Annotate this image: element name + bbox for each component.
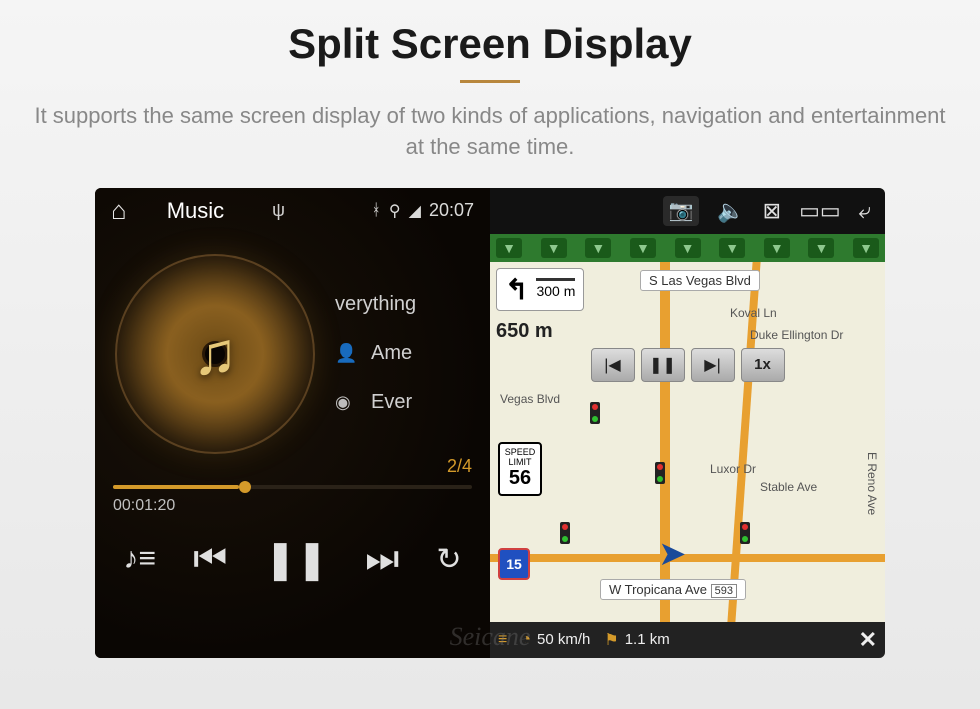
vehicle-cursor-icon: ➤ xyxy=(658,534,687,574)
traffic-light-icon xyxy=(655,462,665,484)
artist-row: 👤 Ame xyxy=(335,342,416,365)
disc-area: ♫ verything 👤 Ame ◉ Ever xyxy=(95,234,490,464)
status-bar: ᚼ ⚲ ◢ 20:07 xyxy=(371,200,474,221)
road-horizontal xyxy=(490,554,885,562)
home-icon[interactable]: ⌂ xyxy=(111,195,127,226)
traffic-light-icon xyxy=(590,402,600,424)
album-row: ◉ Ever xyxy=(335,391,416,414)
clock: 20:07 xyxy=(429,200,474,221)
nav-playback-controls: |◀ ❚❚ ▶| 1x xyxy=(591,348,785,382)
bluetooth-icon: ᚼ xyxy=(371,202,381,220)
prev-button[interactable]: ⏮ xyxy=(193,538,227,581)
track-title-row: verything xyxy=(335,293,416,316)
close-icon[interactable]: ✕ xyxy=(859,627,877,653)
download-arrow-icon[interactable]: ▼ xyxy=(675,238,701,258)
street-label: Koval Ln xyxy=(730,306,777,320)
menu-icon[interactable]: ≡ xyxy=(498,631,507,649)
title-underline xyxy=(460,80,520,83)
speed-limit-label: SPEED LIMIT xyxy=(500,447,540,467)
windows-icon[interactable]: ▭▭ xyxy=(799,198,841,224)
disc-icon: ◉ xyxy=(335,392,357,413)
map-canvas[interactable]: ↰ 300 m 650 m S Las Vegas Blvd Koval Ln … xyxy=(490,262,885,622)
nav-bottom-bar: ≡ ◔ 50 km/h ⚑ 1.1 km ✕ xyxy=(490,622,885,658)
progress-handle[interactable] xyxy=(239,481,251,493)
playback-controls: ♪≡ ⏮ ❚❚ ⏭ ↻ xyxy=(95,519,490,582)
playlist-icon[interactable]: ♪≡ xyxy=(124,542,157,576)
remaining-distance: ⚑ 1.1 km xyxy=(604,630,669,650)
progress-fill xyxy=(113,485,239,489)
download-arrow-icon[interactable]: ▼ xyxy=(764,238,790,258)
track-meta: verything 👤 Ame ◉ Ever xyxy=(335,293,416,414)
interstate-shield: 15 xyxy=(498,548,530,580)
location-icon: ⚲ xyxy=(389,201,401,221)
back-icon[interactable]: ⤶ xyxy=(859,198,871,224)
person-icon: 👤 xyxy=(335,343,357,364)
track-title: verything xyxy=(335,293,416,316)
nav-speed-button[interactable]: 1x xyxy=(741,348,785,382)
repeat-icon[interactable]: ↻ xyxy=(436,542,461,577)
device-screenshot: ⌂ Music ψ ᚼ ⚲ ◢ 20:07 ♫ verything 👤 Ame xyxy=(95,188,885,658)
street-label: Vegas Blvd xyxy=(500,392,560,406)
music-note-icon: ♫ xyxy=(193,319,238,388)
nav-download-bar: ▼ ▼ ▼ ▼ ▼ ▼ ▼ ▼ ▼ xyxy=(490,234,885,262)
nav-next-button[interactable]: ▶| xyxy=(691,348,735,382)
music-pane: ⌂ Music ψ ᚼ ⚲ ◢ 20:07 ♫ verything 👤 Ame xyxy=(95,188,490,658)
music-header: ⌂ Music ψ ᚼ ⚲ ◢ 20:07 xyxy=(95,188,490,234)
current-speed: ◔ 50 km/h xyxy=(521,631,590,649)
download-arrow-icon[interactable]: ▼ xyxy=(719,238,745,258)
page-title: Split Screen Display xyxy=(0,0,980,68)
nav-prev-button[interactable]: |◀ xyxy=(591,348,635,382)
street-label: E Reno Ave xyxy=(865,452,879,515)
camera-icon[interactable]: 📷 xyxy=(663,196,699,226)
close-window-icon[interactable]: ⊠ xyxy=(763,198,781,224)
street-label: W Tropicana Ave 593 xyxy=(600,579,746,600)
album-disc: ♫ xyxy=(115,254,315,454)
download-arrow-icon[interactable]: ▼ xyxy=(496,238,522,258)
track-counter: 2/4 xyxy=(95,456,490,477)
elapsed-time: 00:01:20 xyxy=(113,497,472,515)
turn-card-1: ↰ 300 m xyxy=(496,268,584,311)
speaker-icon[interactable]: 🔈 xyxy=(717,198,744,224)
download-arrow-icon[interactable]: ▼ xyxy=(853,238,879,258)
speedometer-icon: ◔ xyxy=(521,631,531,649)
download-arrow-icon[interactable]: ▼ xyxy=(585,238,611,258)
download-arrow-icon[interactable]: ▼ xyxy=(808,238,834,258)
navigation-pane: 📷 🔈 ⊠ ▭▭ ⤶ ▼ ▼ ▼ ▼ ▼ ▼ ▼ ▼ ▼ ↰ xyxy=(490,188,885,658)
music-app-label: Music xyxy=(167,198,224,224)
album-name: Ever xyxy=(371,391,412,414)
nav-top-bar: 📷 🔈 ⊠ ▭▭ ⤶ xyxy=(490,188,885,234)
download-arrow-icon[interactable]: ▼ xyxy=(630,238,656,258)
street-label: Stable Ave xyxy=(760,480,817,494)
traffic-light-icon xyxy=(740,522,750,544)
page-subtitle: It supports the same screen display of t… xyxy=(0,101,980,188)
turn-1-distance: 300 m xyxy=(536,283,575,299)
speed-limit-sign: SPEED LIMIT 56 xyxy=(498,442,542,496)
next-button[interactable]: ⏭ xyxy=(365,538,399,581)
flag-icon: ⚑ xyxy=(604,630,618,650)
street-label: Duke Ellington Dr xyxy=(750,328,843,342)
download-arrow-icon[interactable]: ▼ xyxy=(541,238,567,258)
street-label: Luxor Dr xyxy=(710,462,756,476)
turn-left-icon: ↰ xyxy=(505,273,528,306)
wifi-icon: ◢ xyxy=(409,201,421,221)
speed-limit-value: 56 xyxy=(500,467,540,490)
traffic-light-icon xyxy=(560,522,570,544)
progress-area: 00:01:20 xyxy=(95,477,490,519)
street-label: S Las Vegas Blvd xyxy=(640,270,760,291)
turn-2-distance: 650 m xyxy=(496,320,553,343)
pause-button[interactable]: ❚❚ xyxy=(264,537,328,582)
nav-pause-button[interactable]: ❚❚ xyxy=(641,348,685,382)
usb-icon: ψ xyxy=(272,200,285,221)
progress-bar[interactable] xyxy=(113,485,472,489)
artist-name: Ame xyxy=(371,342,412,365)
